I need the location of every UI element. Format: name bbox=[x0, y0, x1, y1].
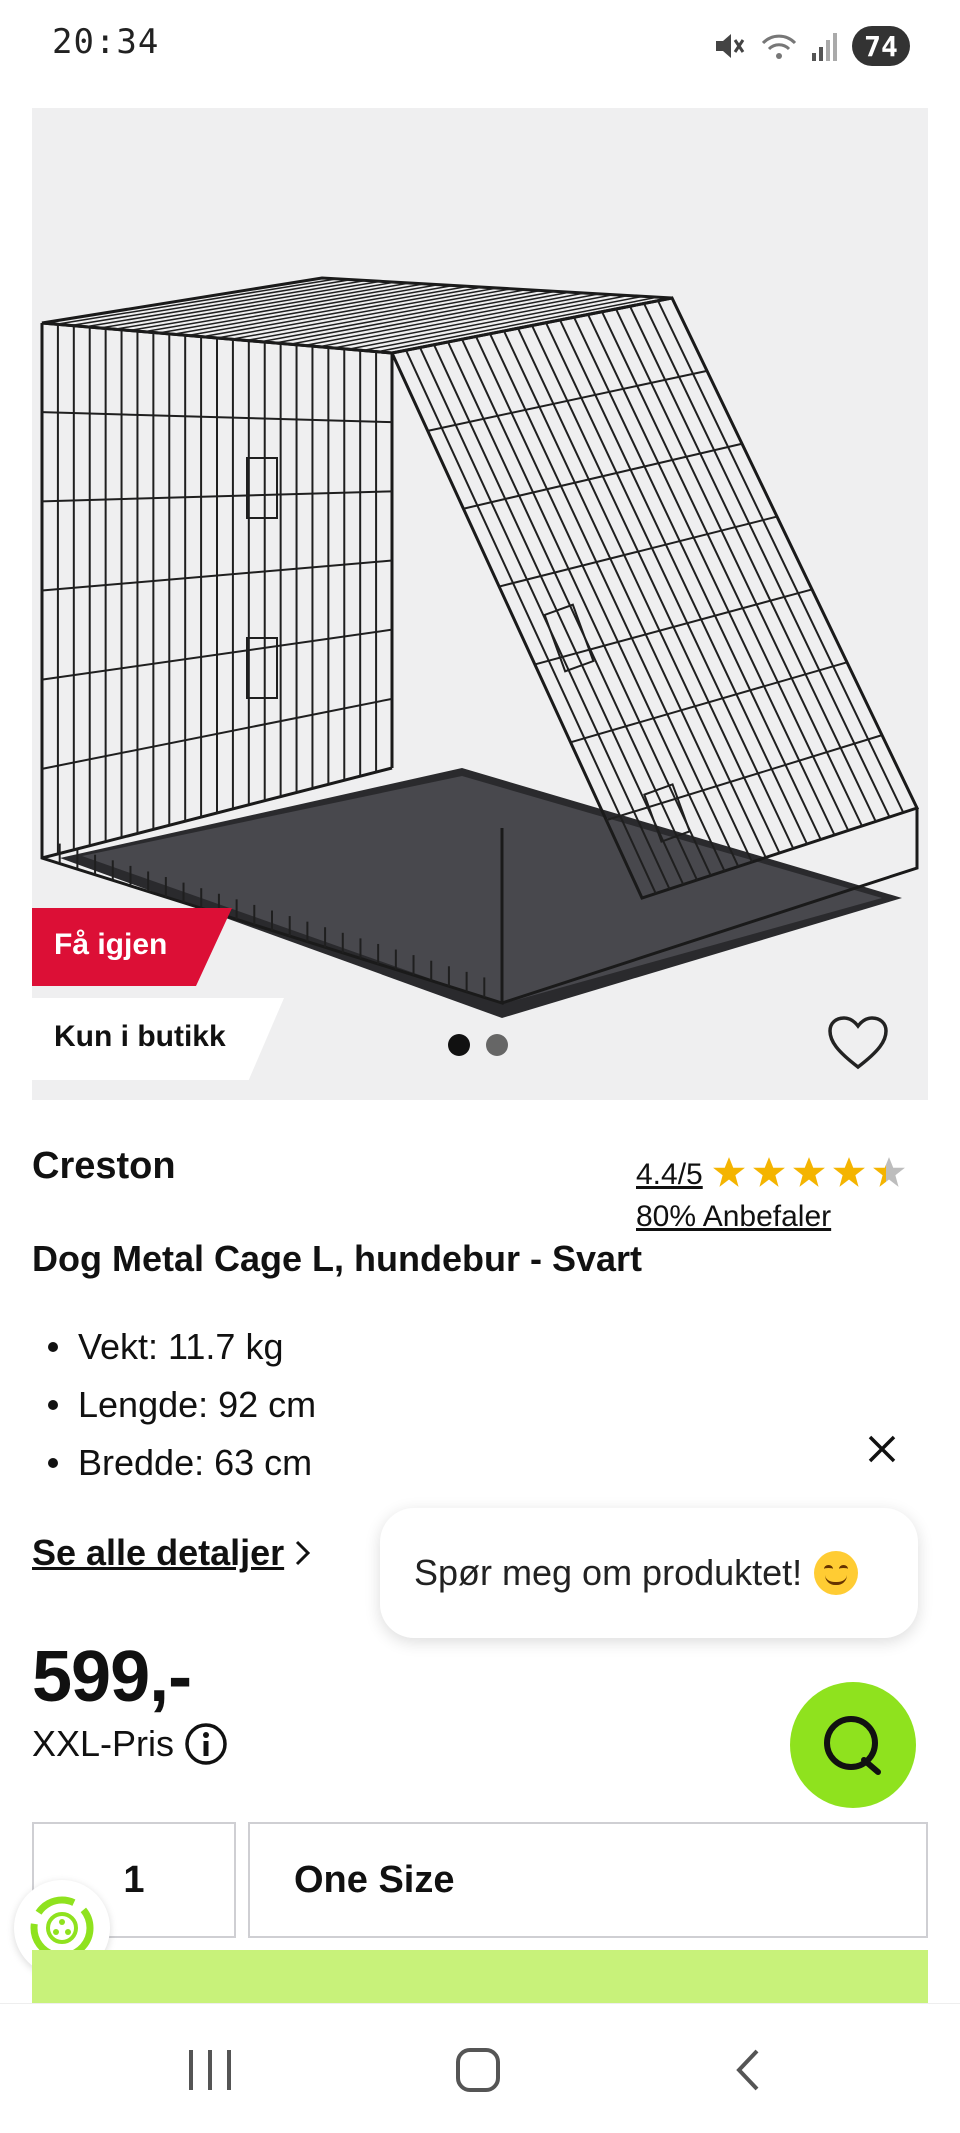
spec-list: Vekt: 11.7 kg Lengde: 92 cm Bredde: 63 c… bbox=[48, 1318, 316, 1492]
gallery-dots bbox=[448, 1034, 508, 1056]
chat-icon bbox=[824, 1716, 881, 1775]
mute-icon bbox=[716, 34, 745, 58]
heart-icon bbox=[828, 1016, 888, 1070]
back-icon bbox=[736, 2049, 759, 2091]
rating-score[interactable]: 4.4/5 bbox=[636, 1158, 703, 1192]
product-rating[interactable]: 4.4/5 bbox=[636, 1155, 907, 1194]
spec-weight: Vekt: 11.7 kg bbox=[48, 1318, 316, 1376]
close-icon bbox=[868, 1435, 896, 1463]
favorite-button[interactable] bbox=[822, 1008, 894, 1078]
see-all-details-link[interactable]: Se alle detaljer bbox=[32, 1532, 312, 1574]
back-button[interactable] bbox=[708, 2040, 788, 2100]
product-brand[interactable]: Creston bbox=[32, 1145, 176, 1188]
signal-icon bbox=[812, 33, 837, 61]
status-bar: 20:34 74 bbox=[0, 0, 960, 100]
add-to-cart-button[interactable] bbox=[32, 1950, 928, 2010]
recommend-percentage[interactable]: 80% Anbefaler bbox=[636, 1200, 831, 1234]
gallery-dot-1[interactable] bbox=[448, 1034, 470, 1056]
quantity-value: 1 bbox=[123, 1858, 145, 1901]
battery-indicator: 74 bbox=[852, 26, 910, 66]
badge-store-label: Kun i butikk bbox=[54, 1020, 226, 1053]
recent-apps-icon bbox=[189, 2050, 231, 2090]
system-nav-bar bbox=[0, 2003, 960, 2133]
home-button[interactable] bbox=[438, 2040, 518, 2100]
chat-launcher-button[interactable] bbox=[790, 1682, 916, 1808]
badge-return-label: Få igjen bbox=[54, 928, 168, 961]
badge-store-only: Kun i butikk bbox=[32, 998, 284, 1080]
star-icon bbox=[791, 1155, 827, 1194]
star-icon bbox=[871, 1155, 907, 1194]
star-icon bbox=[831, 1155, 867, 1194]
chat-close-button[interactable] bbox=[858, 1425, 906, 1473]
price-label: XXL-Pris bbox=[32, 1722, 228, 1766]
see-all-details-label: Se alle detaljer bbox=[32, 1532, 285, 1573]
rating-stars bbox=[711, 1155, 907, 1194]
chat-prompt-text: Spør meg om produktet! bbox=[414, 1552, 803, 1593]
product-gallery[interactable]: Få igjen Kun i butikk bbox=[32, 108, 928, 1100]
product-price: 599,- bbox=[32, 1637, 192, 1717]
status-icons: 74 bbox=[712, 24, 910, 68]
price-label-text: XXL-Pris bbox=[32, 1723, 175, 1764]
star-icon bbox=[711, 1155, 747, 1194]
home-icon bbox=[456, 2048, 500, 2092]
status-time: 20:34 bbox=[52, 22, 160, 62]
size-selector[interactable]: One Size bbox=[248, 1822, 928, 1938]
chat-prompt-bubble[interactable]: Spør meg om produktet! bbox=[380, 1508, 918, 1638]
spec-length: Lengde: 92 cm bbox=[48, 1376, 316, 1434]
size-value: One Size bbox=[294, 1858, 455, 1901]
chevron-right-icon bbox=[296, 1540, 311, 1566]
wifi-icon bbox=[761, 34, 797, 59]
product-title: Dog Metal Cage L, hundebur - Svart bbox=[32, 1238, 643, 1279]
gallery-dot-2[interactable] bbox=[486, 1034, 508, 1056]
spec-width: Bredde: 63 cm bbox=[48, 1434, 316, 1492]
smile-emoji-icon bbox=[814, 1551, 859, 1595]
info-icon[interactable] bbox=[184, 1722, 228, 1766]
recent-apps-button[interactable] bbox=[170, 2040, 250, 2100]
star-icon bbox=[751, 1155, 787, 1194]
